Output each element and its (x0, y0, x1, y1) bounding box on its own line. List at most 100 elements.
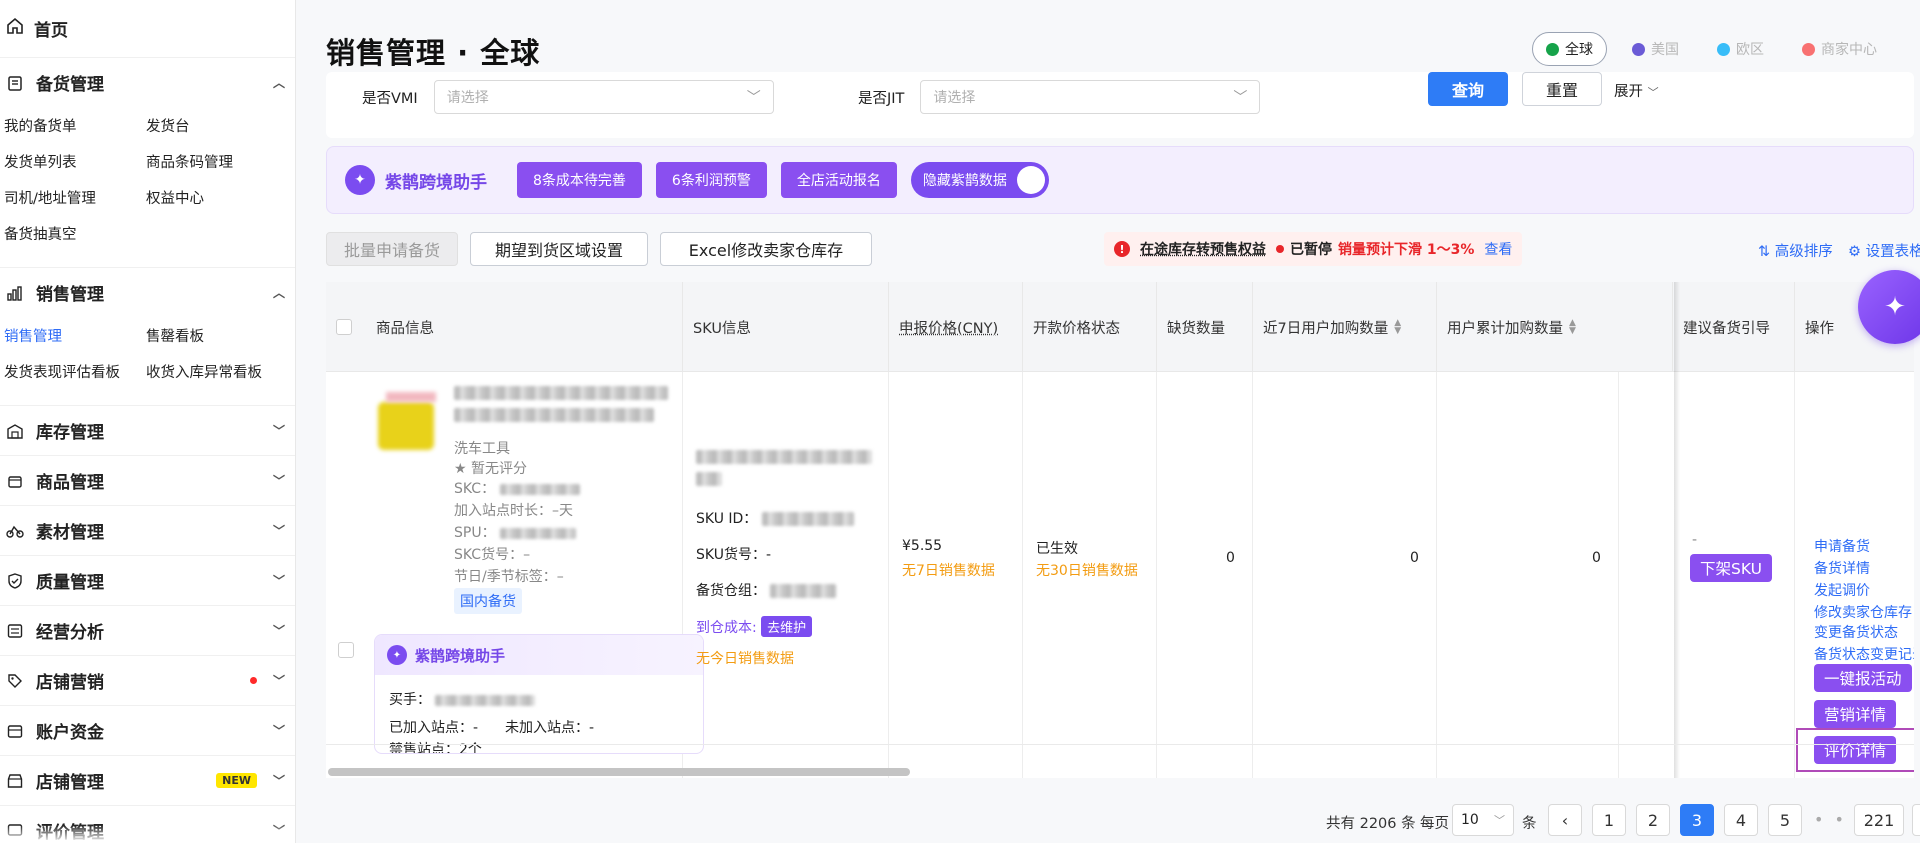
sidebar-group-label: 备货管理 (36, 75, 104, 95)
region-tab-us[interactable]: 美国 (1619, 32, 1692, 66)
main-content: 销售管理 · 全球 全球 美国 欧区 商家中心 是否VMI 请选择 ﹀ 是否JI… (296, 0, 1920, 843)
sidebar-item-vacuum[interactable]: 备货抽真空 (4, 217, 146, 253)
region-setting-button[interactable]: 期望到货区域设置 (470, 232, 648, 266)
profit-warning-button[interactable]: 6条利润预警 (655, 162, 767, 198)
sidebar-fade (0, 825, 295, 843)
highlight-box (1796, 728, 1914, 772)
page-4[interactable]: 4 (1724, 804, 1758, 836)
advanced-sort-link[interactable]: ⇅ 高级排序 (1758, 240, 1833, 261)
region-tab-eu[interactable]: 欧区 (1704, 32, 1777, 66)
sidebar-group-marketing-head[interactable]: 店铺营销 ﹀ (0, 656, 295, 705)
header-add-total[interactable]: 用户累计加购数量 ▲ ▼ (1436, 282, 1618, 372)
jit-label: 是否JIT (858, 90, 905, 107)
adjust-price-link[interactable]: 发起调价 (1814, 580, 1870, 600)
header-select-all[interactable] (326, 282, 366, 372)
expand-button[interactable]: 展开 ﹀ (1614, 80, 1659, 101)
sidebar-group-stock-head[interactable]: 备货管理 ︿ (0, 58, 295, 107)
wallet-icon (6, 722, 24, 740)
cost-pending-button[interactable]: 8条成本待完善 (517, 162, 642, 198)
tag-icon (6, 672, 24, 690)
sidebar-item-my-stock[interactable]: 我的备货单 (4, 109, 146, 145)
vmi-label: 是否VMI (362, 90, 418, 107)
notice-title[interactable]: 在途库存转预售权益 (1140, 239, 1266, 259)
page-next-button[interactable]: › (1912, 804, 1920, 836)
page-last[interactable]: 221 (1854, 804, 1904, 836)
store-activity-button[interactable]: 全店活动报名 (780, 162, 897, 198)
chevron-down-icon: ﹀ (272, 524, 285, 538)
pagination: 共有 2206 条 每页 10 ﹀ 条 ‹ 1 2 3 4 5 • • • 22… (326, 800, 1920, 840)
notice-view-link[interactable]: 查看 (1484, 239, 1512, 259)
page-1[interactable]: 1 (1592, 804, 1626, 836)
sidebar-item-ship-desk[interactable]: 发货台 (146, 109, 295, 145)
page-size-select[interactable]: 10 ﹀ (1452, 804, 1514, 836)
page-3[interactable]: 3 (1680, 804, 1714, 836)
sidebar-item-sales-mgmt[interactable]: 销售管理 (4, 319, 146, 355)
reset-button[interactable]: 重置 (1522, 72, 1602, 106)
globe-icon (1546, 42, 1559, 56)
header-price[interactable]: 申报价格(CNY) (888, 282, 1022, 372)
horizontal-scrollbar[interactable] (328, 768, 910, 776)
sidebar-group-analysis-head[interactable]: 经营分析 ﹀ (0, 606, 295, 655)
sidebar-group-material-head[interactable]: 素材管理 ﹀ (0, 506, 295, 555)
sidebar-item-ship-list[interactable]: 发货单列表 (4, 145, 146, 181)
sort-icon: ⇅ (1758, 244, 1771, 260)
sidebar-item-home[interactable]: 首页 (0, 0, 295, 58)
sidebar-item-driver[interactable]: 司机/地址管理 (4, 181, 146, 217)
sidebar-item-ship-eval[interactable]: 发货表现评估看板 (4, 355, 146, 391)
page-2[interactable]: 2 (1636, 804, 1670, 836)
offline-sku-button[interactable]: 下架SKU (1690, 554, 1772, 582)
chevron-down-icon: ﹀ (1494, 814, 1505, 827)
add7-count: 0 (1410, 550, 1419, 566)
column-divider (1618, 372, 1619, 778)
sidebar-item-rights[interactable]: 权益中心 (146, 181, 295, 217)
region-tab-global[interactable]: 全球 (1532, 32, 1607, 66)
sidebar-group-label: 质量管理 (36, 573, 104, 593)
header-add7[interactable]: 近7日用户加购数量 ▲ ▼ (1252, 282, 1436, 372)
marketing-detail-button[interactable]: 营销详情 (1814, 700, 1897, 728)
pager-per-page-label: 每页 (1420, 816, 1449, 832)
excel-stock-button[interactable]: Excel修改卖家仓库存 (660, 232, 872, 266)
sidebar-item-soldout[interactable]: 售罄看板 (146, 319, 295, 355)
sidebar-group-sales-head[interactable]: 销售管理 ︿ (0, 268, 295, 317)
sidebar-group-product: 商品管理 ﹀ (0, 456, 295, 506)
apply-stock-link[interactable]: 申请备货 (1814, 536, 1870, 556)
stock-status-log-link[interactable]: 备货状态变更记录 (1814, 644, 1914, 664)
vmi-select[interactable]: 请选择 ﹀ (433, 80, 774, 114)
sidebar-group-inventory-head[interactable]: 库存管理 ﹀ (0, 406, 295, 455)
sku-id: SKU ID： (696, 508, 854, 528)
declared-price: ¥5.55 (902, 538, 943, 554)
table-toolbar: 批量申请备货 期望到货区域设置 Excel修改卖家仓库存 ! 在途库存转预售权益… (326, 232, 1920, 268)
product-title-blurred (454, 408, 654, 422)
sidebar-item-barcode[interactable]: 商品条码管理 (146, 145, 295, 181)
chart-bars-icon (6, 284, 24, 302)
select-all-checkbox[interactable] (336, 319, 352, 335)
column-divider (1436, 372, 1437, 778)
sidebar-item-receive-abnormal[interactable]: 收货入库异常看板 (146, 355, 295, 391)
sidebar-group-quality-head[interactable]: 质量管理 ﹀ (0, 556, 295, 605)
header-price-status: 开款价格状态 (1022, 282, 1156, 372)
stock-detail-link[interactable]: 备货详情 (1814, 558, 1870, 578)
sku-cost: 到仓成本: 去维护 (696, 616, 813, 637)
batch-apply-button[interactable]: 批量申请备货 (326, 232, 458, 266)
row-checkbox[interactable] (338, 642, 354, 658)
jit-select[interactable]: 请选择 ﹀ (920, 80, 1261, 114)
query-button[interactable]: 查询 (1428, 72, 1508, 106)
header-product-info: 商品信息 (376, 320, 434, 337)
product-thumbnail[interactable] (378, 390, 440, 452)
region-tab-merchant[interactable]: 商家中心 (1789, 32, 1890, 66)
chevron-down-icon: ﹀ (272, 674, 285, 688)
sidebar-group-product-head[interactable]: 商品管理 ﹀ (0, 456, 295, 505)
sidebar-group-store-head[interactable]: 店铺管理 NEW ﹀ (0, 756, 295, 805)
hide-data-toggle[interactable]: 隐藏紫鹊数据 (910, 162, 1049, 198)
box-icon (6, 472, 24, 490)
page-5[interactable]: 5 (1768, 804, 1802, 836)
product-festival: 节日/季节标签：– (454, 569, 564, 585)
sidebar-group-account-head[interactable]: 账户资金 ﹀ (0, 706, 295, 755)
maintain-cost-button[interactable]: 去维护 (761, 616, 813, 637)
one-click-activity-button[interactable]: 一键报活动 (1814, 664, 1912, 692)
page-prev-button[interactable]: ‹ (1548, 804, 1582, 836)
edit-seller-stock-link[interactable]: 修改卖家仓库存 (1814, 602, 1912, 622)
change-stock-status-link[interactable]: 变更备货状态 (1814, 622, 1898, 642)
column-setting-link[interactable]: ⚙ 设置表格列 (1848, 240, 1920, 261)
chevron-up-icon: ︿ (272, 286, 285, 300)
